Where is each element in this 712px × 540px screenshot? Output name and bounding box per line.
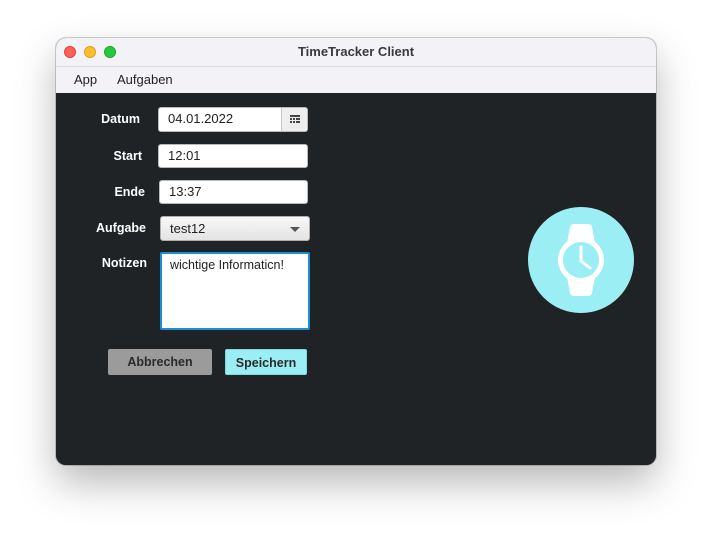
task-select[interactable]: test12 bbox=[160, 216, 310, 241]
watch-badge bbox=[528, 207, 634, 313]
notes-label: Notizen bbox=[101, 256, 147, 270]
date-field[interactable]: 04.01.2022 bbox=[158, 107, 284, 132]
date-picker-button[interactable] bbox=[281, 107, 308, 132]
task-select-value: test12 bbox=[170, 221, 206, 236]
start-label: Start bbox=[113, 149, 142, 163]
task-label: Aufgabe bbox=[96, 221, 146, 235]
save-button[interactable]: Speichern bbox=[225, 349, 307, 375]
calendar-icon bbox=[289, 115, 300, 123]
chevron-down-icon bbox=[290, 227, 300, 232]
end-time-field[interactable]: 13:37 bbox=[159, 180, 308, 204]
notes-textarea[interactable]: wichtige Informaticn! bbox=[160, 252, 310, 330]
window-title: TimeTracker Client bbox=[297, 44, 415, 59]
end-label: Ende bbox=[114, 185, 145, 199]
watch-icon bbox=[558, 224, 604, 296]
menu-aufgaben[interactable]: Aufgaben bbox=[117, 67, 173, 93]
start-time-field[interactable]: 12:01 bbox=[158, 144, 308, 168]
title-bar[interactable]: TimeTracker Client bbox=[56, 38, 656, 67]
menu-bar: App Aufgaben bbox=[56, 67, 656, 93]
date-label: Datum bbox=[101, 112, 140, 126]
menu-app[interactable]: App bbox=[74, 67, 97, 93]
form-panel: Datum 04.01.2022 Start 12:01 Ende 13:37 … bbox=[56, 93, 656, 465]
app-window: TimeTracker Client App Aufgaben Datum 04… bbox=[56, 38, 656, 465]
cancel-button[interactable]: Abbrechen bbox=[108, 349, 212, 375]
